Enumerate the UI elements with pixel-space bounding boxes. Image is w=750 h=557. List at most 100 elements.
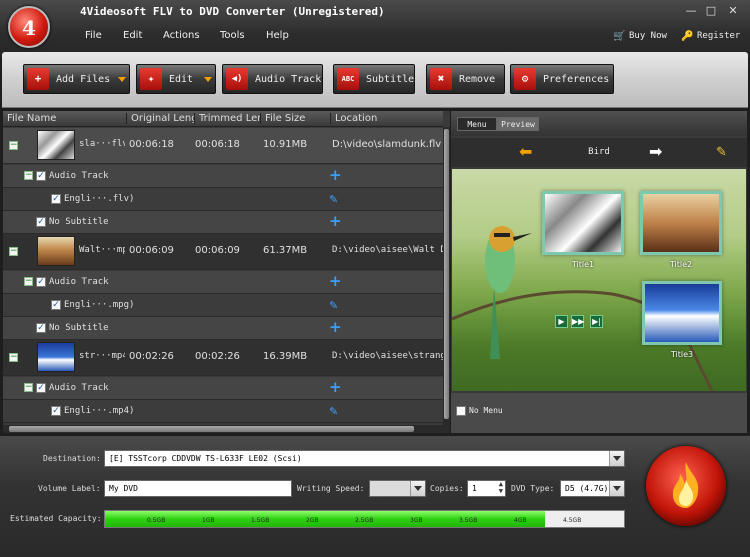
buy-now-link[interactable]: 🛒 Buy Now <box>613 31 667 42</box>
collapse-icon[interactable]: − <box>24 277 33 286</box>
audio-item-row[interactable]: ✓ Engli···.mpg) ✎ <box>3 294 443 317</box>
audio-track-row[interactable]: − ✓ Audio Track + <box>3 165 443 188</box>
add-files-button[interactable]: + Add Files <box>23 64 130 94</box>
capacity-fill <box>105 511 545 527</box>
col-trimmed-length[interactable]: Trimmed Len <box>194 113 260 124</box>
remove-label: Remove <box>459 74 496 85</box>
chevron-down-icon[interactable] <box>410 481 425 496</box>
file-row[interactable]: − Walt···mpg 00:06:09 00:06:09 61.37MB D… <box>3 234 443 270</box>
speaker-icon: ◀) <box>226 68 248 90</box>
add-subtitle-icon[interactable]: + <box>329 214 342 229</box>
audio-item-checkbox[interactable]: ✓ <box>51 406 61 416</box>
remove-button[interactable]: ✖ Remove <box>426 64 505 94</box>
audio-track-checkbox[interactable]: ✓ <box>36 383 46 393</box>
subtitle-row[interactable]: ✓ No Subtitle + <box>3 317 443 340</box>
minimize-button[interactable]: — <box>684 5 698 17</box>
subtitle-button[interactable]: ABC Subtitle <box>333 64 415 94</box>
col-original-length[interactable]: Original Leng <box>126 113 194 124</box>
col-file-name[interactable]: File Name <box>3 113 126 124</box>
tab-preview[interactable]: Preview <box>497 117 539 131</box>
subtitle-checkbox[interactable]: ✓ <box>36 323 46 333</box>
vertical-scrollbar[interactable] <box>443 127 450 433</box>
subtitle-checkbox[interactable]: ✓ <box>36 217 46 227</box>
collapse-icon[interactable]: − <box>24 171 33 180</box>
no-menu-checkbox[interactable] <box>456 406 466 416</box>
close-button[interactable]: ✕ <box>726 5 740 17</box>
file-row[interactable]: − str···mp4 00:02:26 00:02:26 16.39MB D:… <box>3 340 443 376</box>
edit-menu-icon[interactable]: ✎ <box>716 145 727 161</box>
scrollbar-thumb[interactable] <box>444 129 449 419</box>
convert-button[interactable] <box>646 446 726 526</box>
destination-value: [E] TSSTcorp CDDVDW TS-L633F LE02 (Scsi) <box>109 454 302 463</box>
tab-menu[interactable]: Menu <box>457 117 497 131</box>
pencil-icon[interactable]: ✎ <box>329 406 340 417</box>
chevron-down-icon[interactable] <box>609 481 624 496</box>
audio-track-checkbox[interactable]: ✓ <box>36 171 46 181</box>
capacity-tick: 2.5GB <box>355 517 374 524</box>
file-row[interactable]: − sla···flv 00:06:18 00:06:18 10.91MB D:… <box>3 128 443 164</box>
audio-item-row[interactable]: ✓ Engli···.mp4) ✎ <box>3 400 443 423</box>
title-bar: 4 4Videosoft FLV to DVD Converter (Unreg… <box>0 0 750 58</box>
maximize-button[interactable]: □ <box>704 5 718 17</box>
chevron-down-icon[interactable] <box>118 77 126 82</box>
fast-forward-icon[interactable]: ▶▶ <box>571 315 584 328</box>
no-menu-bar: No Menu <box>451 393 747 433</box>
next-arrow-icon[interactable]: ➡ <box>649 144 662 160</box>
key-icon: 🔑 <box>681 31 694 42</box>
collapse-icon[interactable]: − <box>9 141 18 150</box>
collapse-icon[interactable]: − <box>9 247 18 256</box>
menu-edit[interactable]: Edit <box>123 30 142 41</box>
title1-thumbnail[interactable] <box>542 191 624 255</box>
menu-tools[interactable]: Tools <box>220 30 245 41</box>
audio-item-checkbox[interactable]: ✓ <box>51 194 61 204</box>
chevron-down-icon[interactable] <box>609 451 624 466</box>
audio-track-row[interactable]: − ✓ Audio Track + <box>3 377 443 400</box>
title2-thumbnail[interactable] <box>640 191 722 255</box>
col-file-size[interactable]: File Size <box>260 113 330 124</box>
subtitle-row[interactable]: ✓ No Subtitle + <box>3 211 443 234</box>
add-audio-icon[interactable]: + <box>329 274 342 289</box>
pencil-icon[interactable]: ✎ <box>329 194 340 205</box>
file-name: str···mp4 <box>79 351 125 361</box>
menu-file[interactable]: File <box>85 30 102 41</box>
collapse-icon[interactable]: − <box>24 383 33 392</box>
file-location: D:\video\aisee\Walt Dis <box>332 245 443 255</box>
volume-label-input[interactable]: My DVD <box>104 480 292 497</box>
flame-icon <box>672 462 699 508</box>
no-menu-label: No Menu <box>469 406 503 415</box>
chevron-down-icon[interactable] <box>204 77 212 82</box>
copies-stepper[interactable]: 1 ▲ ▼ <box>467 480 506 497</box>
audio-track-checkbox[interactable]: ✓ <box>36 277 46 287</box>
volume-label-label: Volume Label: <box>38 484 101 493</box>
audio-track-button[interactable]: ◀) Audio Track <box>222 64 323 94</box>
audio-track-row[interactable]: − ✓ Audio Track + <box>3 271 443 294</box>
menu-preview-image: Title1 Title2 Title3 ▶ ▶▶ ▶| <box>452 169 746 391</box>
menu-actions[interactable]: Actions <box>163 30 200 41</box>
skip-forward-icon[interactable]: ▶| <box>590 315 603 328</box>
title3-label: Title3 <box>670 350 694 359</box>
col-location[interactable]: Location <box>330 113 443 124</box>
writing-speed-select[interactable] <box>369 480 426 497</box>
horizontal-scrollbar[interactable] <box>3 425 450 433</box>
collapse-icon[interactable]: − <box>9 353 18 362</box>
stepper-arrows-icon[interactable]: ▲ ▼ <box>499 481 503 495</box>
edit-button[interactable]: ✦ Edit <box>136 64 216 94</box>
title3-thumbnail[interactable] <box>642 281 722 345</box>
add-audio-icon[interactable]: + <box>329 380 342 395</box>
output-settings: Destination: [E] TSSTcorp CDDVDW TS-L633… <box>0 436 750 557</box>
add-subtitle-icon[interactable]: + <box>329 320 342 335</box>
menu-help[interactable]: Help <box>266 30 289 41</box>
register-link[interactable]: 🔑 Register <box>681 31 740 42</box>
play-icon[interactable]: ▶ <box>555 315 568 328</box>
dvd-type-select[interactable]: D5 (4.7G) <box>560 480 625 497</box>
add-files-label: Add Files <box>56 74 111 85</box>
add-audio-icon[interactable]: + <box>329 168 342 183</box>
pencil-icon[interactable]: ✎ <box>329 300 340 311</box>
menu-template-name: Bird <box>588 147 610 157</box>
scrollbar-thumb[interactable] <box>9 426 414 432</box>
audio-item-row[interactable]: ✓ Engli···.flv) ✎ <box>3 188 443 211</box>
destination-select[interactable]: [E] TSSTcorp CDDVDW TS-L633F LE02 (Scsi) <box>104 450 625 467</box>
audio-item-checkbox[interactable]: ✓ <box>51 300 61 310</box>
file-size: 61.37MB <box>263 245 308 256</box>
preferences-button[interactable]: ⚙ Preferences <box>510 64 614 94</box>
